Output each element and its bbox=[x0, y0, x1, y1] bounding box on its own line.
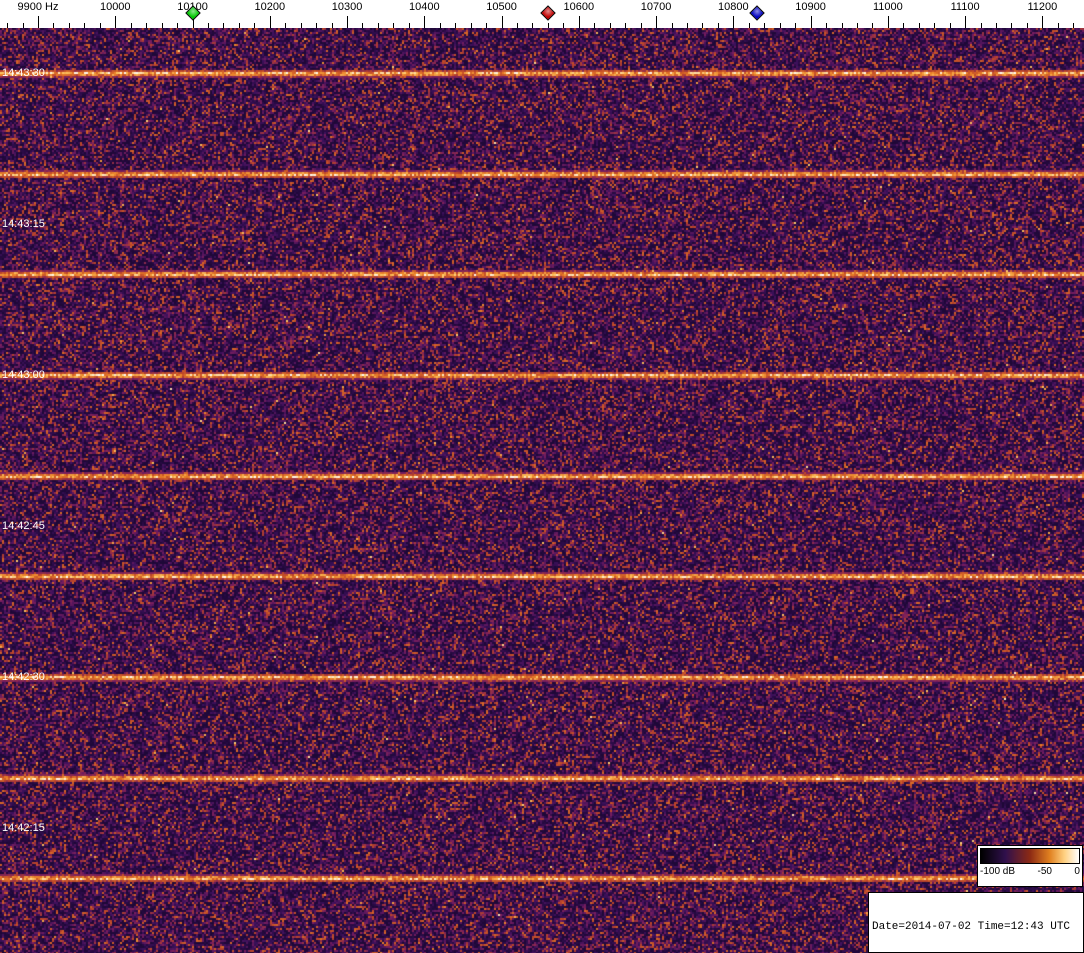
freq-tick-minor bbox=[408, 23, 410, 28]
colorbar-gradient bbox=[980, 848, 1080, 864]
time-label: 14:42:45 bbox=[2, 519, 45, 532]
colorbar-label-min: -100 dB bbox=[980, 866, 1016, 877]
time-label: 14:43:00 bbox=[2, 368, 45, 381]
freq-tick-minor bbox=[300, 23, 302, 28]
freq-tick-label: 10400 bbox=[409, 1, 440, 13]
freq-tick-label: 11200 bbox=[1027, 1, 1058, 13]
freq-tick-minor bbox=[594, 23, 596, 28]
freq-tick-minor bbox=[130, 23, 132, 28]
freq-tick-minor bbox=[146, 23, 148, 28]
freq-tick-minor bbox=[918, 23, 920, 28]
freq-tick-minor bbox=[486, 23, 488, 28]
freq-tick-major bbox=[115, 16, 117, 28]
freq-tick-major bbox=[424, 16, 426, 28]
freq-tick-minor bbox=[826, 23, 828, 28]
freq-tick-minor bbox=[609, 23, 611, 28]
freq-tick-minor bbox=[779, 23, 781, 28]
freq-tick-minor bbox=[470, 23, 472, 28]
time-label: 14:42:15 bbox=[2, 821, 45, 834]
freq-tick-minor bbox=[1026, 23, 1028, 28]
freq-tick-minor bbox=[84, 23, 86, 28]
time-label: 14:43:30 bbox=[2, 67, 45, 79]
freq-tick-minor bbox=[238, 23, 240, 28]
freq-tick-major bbox=[38, 16, 39, 28]
freq-tick-minor bbox=[68, 23, 70, 28]
freq-tick-label: 11100 bbox=[950, 1, 980, 13]
freq-tick-minor bbox=[764, 23, 766, 28]
freq-tick-minor bbox=[377, 23, 379, 28]
freq-tick-minor bbox=[532, 23, 534, 28]
spectrogram-app: 9900 Hz100001010010200103001040010500106… bbox=[0, 0, 1084, 953]
freq-tick-label: 10000 bbox=[99, 1, 131, 13]
freq-tick-minor bbox=[903, 23, 905, 28]
time-label: 14:42:30 bbox=[2, 670, 45, 683]
colorbar-labels: -100 dB -50 0 bbox=[978, 865, 1082, 877]
freq-tick-major bbox=[1042, 16, 1044, 28]
colorbar-label-mid: -50 bbox=[1037, 866, 1052, 877]
info-line-date-time: Date=2014-07-02 Time=12:43 UTC bbox=[872, 921, 1071, 933]
freq-tick-label: 10500 bbox=[486, 1, 517, 13]
freq-tick-minor bbox=[439, 23, 441, 28]
freq-tick-major bbox=[347, 16, 349, 28]
freq-tick-minor bbox=[362, 23, 364, 28]
freq-tick-minor bbox=[748, 23, 750, 28]
freq-tick-minor bbox=[455, 23, 457, 28]
spectrogram-canvas[interactable] bbox=[0, 28, 1084, 953]
colorbar-legend: -100 dB -50 0 bbox=[977, 845, 1083, 887]
freq-tick-minor bbox=[1057, 23, 1059, 28]
freq-tick-minor bbox=[547, 23, 549, 28]
freq-tick-minor bbox=[563, 23, 565, 28]
freq-tick-major bbox=[965, 16, 967, 28]
freq-tick-minor bbox=[702, 23, 704, 28]
freq-tick-minor bbox=[671, 23, 673, 28]
freq-tick-major bbox=[269, 16, 271, 28]
freq-tick-minor bbox=[872, 23, 874, 28]
freq-tick-minor bbox=[934, 23, 936, 28]
freq-tick-minor bbox=[625, 23, 627, 28]
freq-tick-minor bbox=[161, 23, 163, 28]
freq-tick-label: 10300 bbox=[331, 1, 363, 13]
freq-tick-major bbox=[656, 16, 658, 28]
freq-tick-major bbox=[501, 16, 503, 28]
freq-tick-minor bbox=[331, 23, 333, 28]
freq-tick-minor bbox=[254, 23, 256, 28]
freq-tick-minor bbox=[1011, 23, 1013, 28]
freq-tick-minor bbox=[1073, 23, 1075, 28]
freq-tick-minor bbox=[856, 23, 858, 28]
freq-tick-label: 9900 Hz bbox=[17, 1, 59, 13]
freq-tick-major bbox=[733, 16, 735, 28]
freq-tick-minor bbox=[22, 23, 24, 28]
freq-tick-minor bbox=[686, 23, 688, 28]
time-label: 14:43:15 bbox=[2, 217, 45, 230]
freq-tick-minor bbox=[517, 23, 518, 28]
freq-tick-minor bbox=[841, 23, 843, 28]
freq-tick-major bbox=[887, 16, 889, 28]
freq-tick-minor bbox=[223, 23, 225, 28]
freq-tick-minor bbox=[53, 23, 55, 28]
freq-tick-minor bbox=[996, 23, 998, 28]
colorbar-label-max: 0 bbox=[1074, 866, 1080, 877]
observation-info-box: Date=2014-07-02 Time=12:43 UTC Freq=143 … bbox=[868, 892, 1084, 953]
freq-tick-minor bbox=[316, 23, 318, 28]
freq-tick-minor bbox=[717, 23, 719, 28]
freq-tick-minor bbox=[980, 23, 982, 28]
freq-tick-minor bbox=[99, 23, 101, 28]
freq-tick-minor bbox=[640, 23, 642, 28]
freq-tick-label: 11000 bbox=[872, 1, 903, 13]
freq-tick-minor bbox=[285, 23, 287, 28]
freq-tick-minor bbox=[7, 23, 9, 28]
freq-tick-minor bbox=[177, 23, 179, 28]
frequency-ruler[interactable]: 9900 Hz100001010010200103001040010500106… bbox=[0, 0, 1084, 28]
freq-tick-label: 10700 bbox=[640, 1, 672, 13]
freq-tick-label: 10200 bbox=[254, 1, 286, 13]
freq-tick-label: 10900 bbox=[795, 1, 826, 13]
freq-tick-minor bbox=[207, 23, 209, 28]
freq-tick-minor bbox=[393, 23, 395, 28]
freq-tick-minor bbox=[949, 23, 951, 28]
freq-tick-minor bbox=[795, 23, 797, 28]
freq-tick-major bbox=[810, 16, 812, 28]
freq-tick-major bbox=[578, 16, 580, 28]
